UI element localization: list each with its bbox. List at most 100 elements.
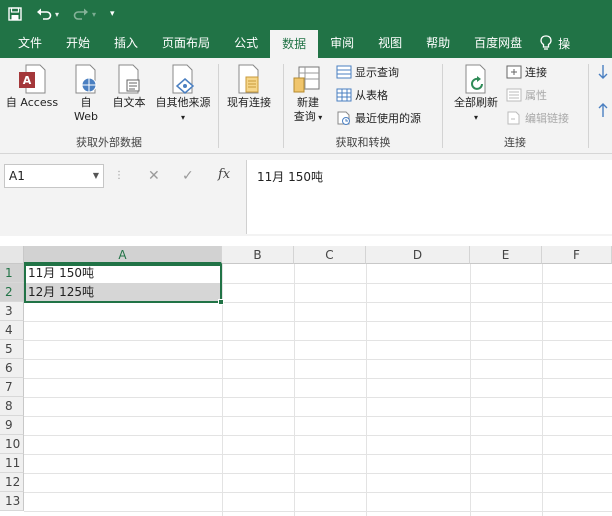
tab-review[interactable]: 审阅 [318,28,366,58]
row-header[interactable]: 2 [0,283,24,302]
name-box[interactable]: A1 ▼ [4,164,104,188]
column-header-e[interactable]: E [470,246,542,264]
row-header[interactable]: 6 [0,359,24,378]
row-header[interactable]: 7 [0,378,24,397]
group-get-transform: 新建 查询 ▾ 显示查询 从表格 最近使用的源 获取和转换 [284,58,442,154]
enter-icon[interactable]: ✓ [182,168,194,184]
formula-bar: A1 ▼ ⋮ ✕ ✓ fx 11月 150吨 [0,154,612,236]
from-web-button[interactable]: 自 Web [66,64,106,124]
formula-bar-resize-icon[interactable]: ⋮ [114,170,124,181]
select-all-corner[interactable] [0,246,24,264]
row-header[interactable]: 1 [0,264,24,283]
tab-data[interactable]: 数据 [270,30,319,58]
tab-page-layout[interactable]: 页面布局 [150,28,222,58]
ribbon-separator [588,64,589,148]
svg-text:A: A [23,74,32,87]
grid-line [24,416,612,417]
grid-line [24,340,612,341]
row-header[interactable]: 3 [0,302,24,321]
tab-home[interactable]: 开始 [54,28,102,58]
row-header[interactable]: 13 [0,492,24,511]
group-get-external-data: A 自 Access 自 Web 自文本 自其他来源 ▾ 获取外部数据 [0,58,218,154]
grid-line [24,454,612,455]
tab-view[interactable]: 视图 [366,28,414,58]
tab-formulas[interactable]: 公式 [222,28,270,58]
from-table-button[interactable]: 从表格 [336,87,388,103]
from-access-label: 自 Access [5,96,59,109]
new-query-icon [293,66,320,93]
redo-dropdown-icon[interactable]: ▾ [92,10,96,19]
row-header[interactable]: 4 [0,321,24,340]
row-header[interactable]: 10 [0,435,24,454]
row-header[interactable]: 11 [0,454,24,473]
other-sources-dropdown-icon: ▾ [180,113,185,122]
sort-az-icon[interactable] [596,64,610,80]
connections-icon [506,65,522,79]
worksheet-grid[interactable]: A B C D E F 1 2 3 4 5 6 7 8 9 10 11 12 1… [0,236,612,516]
row-header[interactable]: 5 [0,340,24,359]
tell-me-box[interactable]: 操 [540,28,570,58]
edit-links-button[interactable]: 编辑链接 [506,110,569,126]
tab-help[interactable]: 帮助 [414,28,462,58]
connections-button[interactable]: 连接 [506,64,547,80]
save-icon[interactable] [8,7,22,21]
selection-border [24,264,222,303]
recent-sources-button[interactable]: 最近使用的源 [336,110,421,126]
sort-za-icon[interactable] [596,102,610,118]
grid-line [24,435,612,436]
name-box-dropdown-icon[interactable]: ▼ [93,165,99,187]
column-header-d[interactable]: D [366,246,470,264]
from-other-sources-button[interactable]: 自其他来源 ▾ [150,64,216,125]
insert-function-icon[interactable]: fx [218,167,230,182]
column-header-a[interactable]: A [24,246,222,264]
refresh-all-button[interactable]: 全部刷新 ▾ [448,64,504,125]
column-header-b[interactable]: B [222,246,294,264]
lightbulb-icon [540,35,552,50]
refresh-all-dropdown-icon: ▾ [473,113,478,122]
name-box-value: A1 [9,169,25,183]
undo-icon[interactable]: ▾ [36,7,59,21]
edit-links-icon [507,111,520,125]
recent-sources-icon [337,111,350,125]
new-query-button[interactable]: 新建 查询 ▾ [288,64,328,125]
existing-connections-label: 现有连接 [227,96,271,109]
tab-baidu-netdisk[interactable]: 百度网盘 [462,28,534,58]
properties-label: 属性 [525,89,547,102]
group-label-get-external: 获取外部数据 [76,136,142,149]
existing-connections-button[interactable]: 现有连接 [222,64,276,110]
refresh-icon [465,64,486,94]
properties-icon [506,88,522,102]
group-label-connections: 连接 [504,136,526,149]
row-header[interactable]: 9 [0,416,24,435]
title-bar: ▾ ▾ ▾ [0,0,612,28]
cancel-icon[interactable]: ✕ [148,168,160,184]
new-query-label-1: 新建 [297,96,319,109]
from-text-button[interactable]: 自文本 [108,64,150,110]
existing-connections-icon [238,64,259,94]
from-access-button[interactable]: A 自 Access [4,64,60,110]
customize-toolbar-icon[interactable]: ▾ [110,9,115,19]
ribbon-tabs: 文件 开始 插入 页面布局 公式 数据 审阅 视图 帮助 百度网盘 操 [0,28,612,58]
row-header[interactable]: 12 [0,473,24,492]
group-connections: 全部刷新 ▾ 连接 属性 编辑链接 连接 [444,58,586,154]
new-query-label-2: 查询 [293,110,316,123]
column-header-c[interactable]: C [294,246,366,264]
grid-line [24,359,612,360]
column-header-f[interactable]: F [542,246,612,264]
other-sources-icon [172,64,195,94]
tell-me-label: 操 [558,36,571,51]
edit-links-label: 编辑链接 [525,112,569,125]
tab-file[interactable]: 文件 [6,28,54,58]
properties-button[interactable]: 属性 [506,87,547,103]
formula-input[interactable]: 11月 150吨 [246,160,612,234]
grid-line [24,321,612,322]
row-header[interactable]: 8 [0,397,24,416]
fill-handle[interactable] [218,299,224,305]
tab-insert[interactable]: 插入 [102,28,150,58]
group-label-get-transform: 获取和转换 [335,136,391,149]
show-queries-button[interactable]: 显示查询 [336,64,399,80]
undo-dropdown-icon[interactable]: ▾ [55,10,59,19]
grid-line [24,397,612,398]
grid-line [24,378,612,379]
redo-icon[interactable]: ▾ [73,7,96,21]
